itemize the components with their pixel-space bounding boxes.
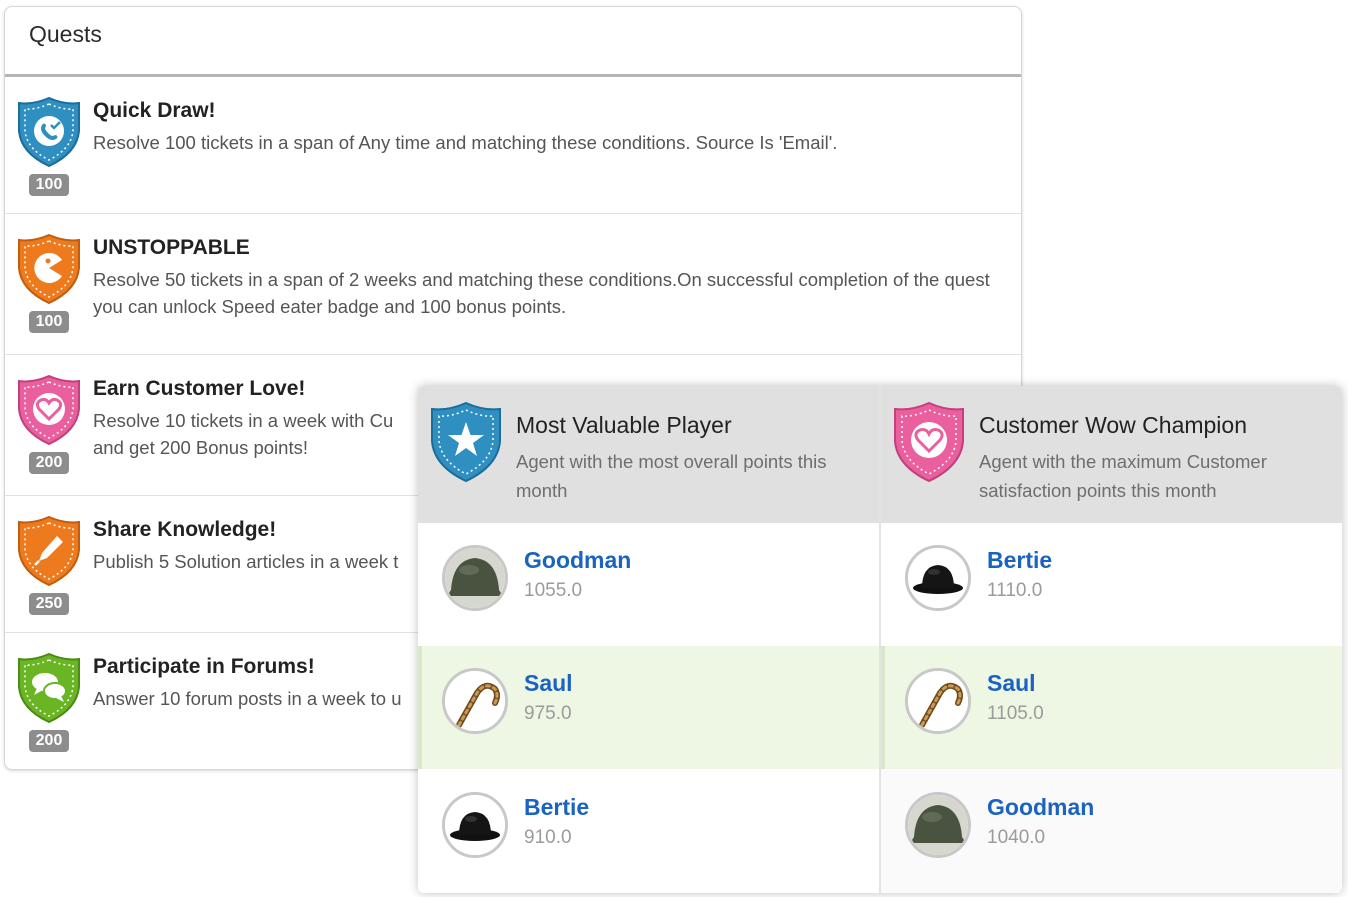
leaderboard-title: Customer Wow Champion	[979, 412, 1248, 438]
quest-points: 200	[29, 730, 69, 752]
cane-avatar[interactable]	[442, 668, 508, 734]
quest-title: Quick Draw!	[93, 99, 216, 122]
quest-points: 100	[29, 174, 69, 196]
pen-icon	[15, 514, 83, 588]
quest-title: Earn Customer Love!	[93, 377, 306, 400]
leaderboard-row[interactable]: Goodman 1040.0	[881, 770, 1342, 893]
quest-title: UNSTOPPABLE	[93, 236, 250, 259]
chat-icon	[15, 651, 83, 725]
quest-title: Share Knowledge!	[93, 518, 277, 541]
quest-description-line: and get 200 Bonus points!	[93, 437, 308, 458]
bowler-hat-avatar[interactable]	[442, 792, 508, 858]
heart-icon	[891, 400, 967, 484]
agent-name[interactable]: Bertie	[524, 794, 589, 821]
quest-description-line: Resolve 10 tickets in a week with Cu	[93, 410, 394, 431]
leaderboard-row[interactable]: Goodman 1055.0	[418, 523, 879, 646]
quest-points: 200	[29, 452, 69, 474]
leaderboard-row[interactable]: Bertie 910.0	[418, 770, 879, 893]
agent-score: 975.0	[524, 703, 572, 724]
leaderboard-header: Most Valuable Player Agent with the most…	[418, 386, 879, 523]
bowler-hat-avatar[interactable]	[905, 545, 971, 611]
cane-avatar[interactable]	[905, 668, 971, 734]
agent-score: 1105.0	[987, 703, 1044, 724]
phone-icon	[15, 95, 83, 169]
quest-description: Resolve 50 tickets in a span of 2 weeks …	[93, 269, 990, 317]
leaderboard-panel: Most Valuable Player Agent with the most…	[418, 386, 1342, 893]
star-icon	[428, 400, 504, 484]
leaderboard-title: Most Valuable Player	[516, 412, 732, 438]
helmet-avatar[interactable]	[442, 545, 508, 611]
quest-points: 100	[29, 311, 69, 333]
quests-title: Quests	[5, 7, 1021, 77]
agent-score: 1110.0	[987, 580, 1043, 601]
leaderboard-row[interactable]: Saul 975.0	[418, 646, 879, 769]
helmet-avatar[interactable]	[905, 792, 971, 858]
agent-name[interactable]: Saul	[987, 670, 1036, 697]
leaderboard-row[interactable]: Saul 1105.0	[881, 646, 1342, 769]
leaderboard-description: Agent with the maximum Customer satisfac…	[979, 451, 1267, 501]
quest-title: Participate in Forums!	[93, 655, 315, 678]
heart-icon	[15, 373, 83, 447]
agent-name[interactable]: Goodman	[524, 547, 631, 574]
quest-item[interactable]: 100 UNSTOPPABLE Resolve 50 tickets in a …	[5, 214, 1021, 355]
agent-score: 1055.0	[524, 580, 583, 601]
quest-item[interactable]: 100 Quick Draw! Resolve 100 tickets in a…	[5, 77, 1021, 214]
agent-score: 1040.0	[987, 827, 1046, 848]
leaderboard-column-wow: Customer Wow Champion Agent with the max…	[881, 386, 1342, 893]
agent-name[interactable]: Goodman	[987, 794, 1094, 821]
agent-score: 910.0	[524, 827, 572, 848]
leaderboard-header: Customer Wow Champion Agent with the max…	[881, 386, 1342, 523]
agent-name[interactable]: Saul	[524, 670, 573, 697]
quest-points: 250	[29, 593, 69, 615]
agent-name[interactable]: Bertie	[987, 547, 1052, 574]
leaderboard-row[interactable]: Bertie 1110.0	[881, 523, 1342, 646]
pacman-icon	[15, 232, 83, 306]
leaderboard-column-mvp: Most Valuable Player Agent with the most…	[418, 386, 879, 893]
quest-description: Resolve 100 tickets in a span of Any tim…	[93, 132, 838, 153]
leaderboard-description: Agent with the most overall points this …	[516, 451, 827, 501]
